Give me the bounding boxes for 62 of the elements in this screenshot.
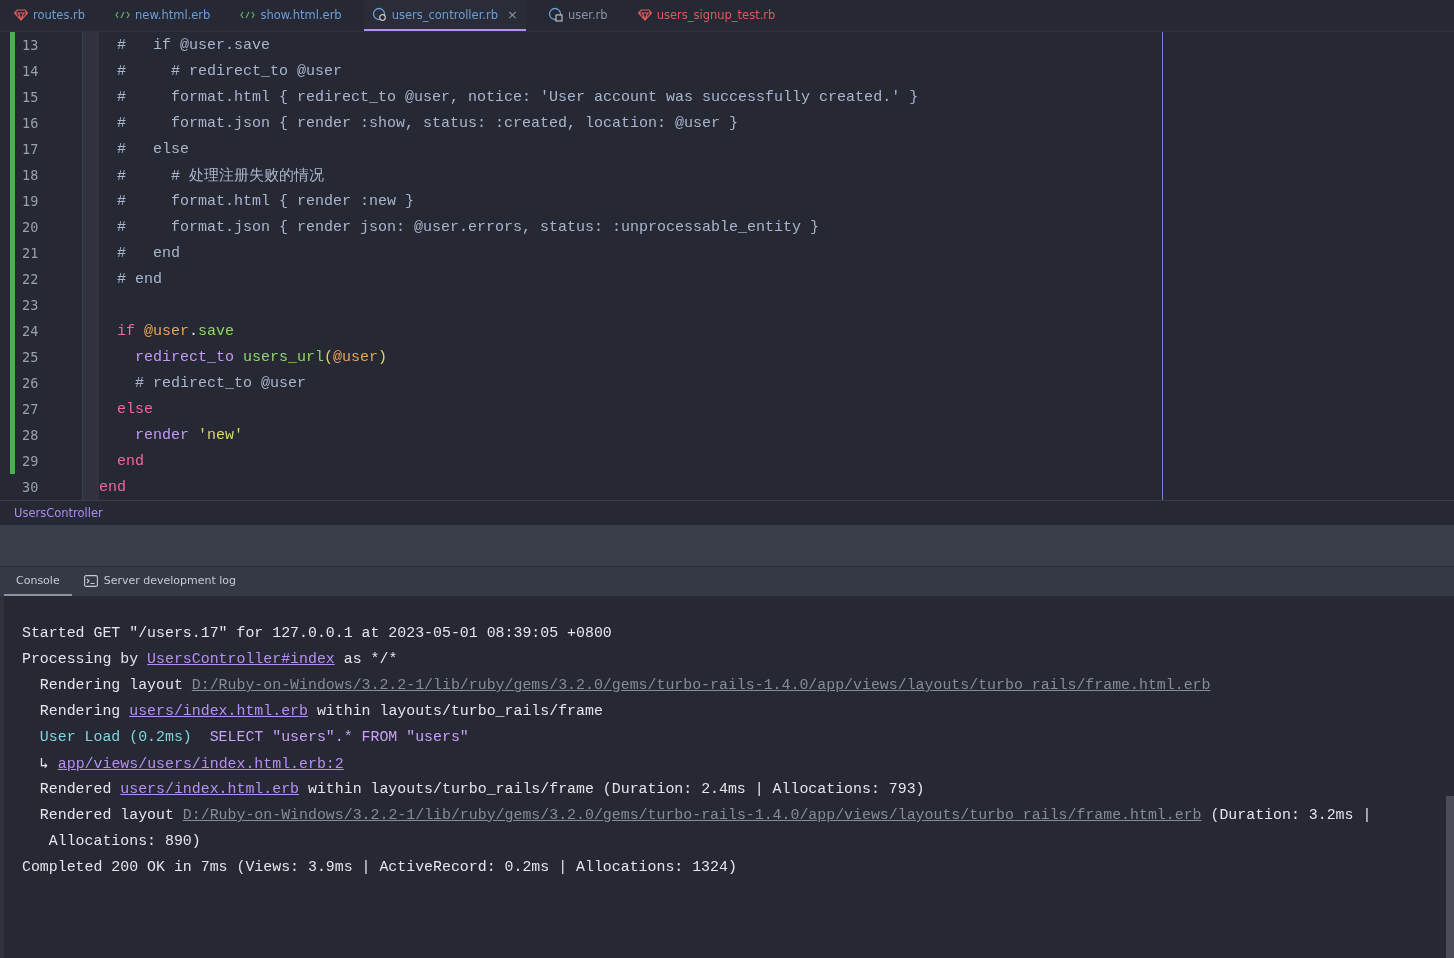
editor-tab[interactable]: new.html.erb	[107, 0, 219, 31]
code-line: end	[99, 478, 126, 496]
code-line: redirect_to users_url(@user)	[134, 348, 388, 366]
breadcrumb[interactable]: UsersController	[14, 506, 103, 520]
line-number: 16	[22, 115, 39, 131]
line-number: 27	[22, 401, 39, 417]
line-number: 30	[22, 479, 39, 495]
line-number: 15	[22, 89, 39, 105]
log-line: Rendered layout D:/Ruby-on-Windows/3.2.2-1/lib/ruby/gems/3.2.0/gems/turbo-rails-1.4.0/app/views/layouts/turbo_rails/frame.html.erb (Duration: 3.2ms |	[38, 807, 1372, 823]
line-number: 23	[22, 297, 39, 313]
line-number: 25	[22, 349, 39, 365]
line-number: 18	[22, 167, 39, 183]
editor-tab[interactable]: routes.rb	[6, 0, 94, 31]
line-number: 19	[22, 193, 39, 209]
log-line: Rendered users/index.html.erb within layouts/turbo_rails/frame (Duration: 2.4ms | Allocations: 793)	[38, 781, 925, 797]
log-line: Allocations: 890)	[47, 833, 201, 849]
log-line: User Load (0.2ms) SELECT "users".* FROM "users"	[38, 729, 469, 745]
code-line: # else	[116, 140, 189, 158]
editor-tab[interactable]: show.html.erb	[232, 0, 350, 31]
tool-tab[interactable]: Server development log	[71, 567, 249, 596]
code-line: # end	[116, 270, 162, 288]
code-line: # # 处理注册失败的情况	[116, 166, 324, 185]
line-number: 24	[22, 323, 39, 339]
gem-icon	[14, 8, 28, 21]
close-icon[interactable]: ×	[507, 7, 518, 22]
log-line: Rendering layout D:/Ruby-on-Windows/3.2.2-1/lib/ruby/gems/3.2.0/gems/turbo-rails-1.4.0/app/views/layouts/turbo_rails/frame.html.erb	[38, 677, 1211, 693]
terminal-icon	[83, 574, 98, 587]
erb-icon	[115, 9, 131, 20]
code-line: # format.json { render json: @user.errors, status: :unprocessable_entity }	[116, 218, 820, 236]
code-line: # format.html { render :new }	[116, 192, 415, 210]
line-number: 14	[22, 63, 39, 79]
line-number: 21	[22, 245, 39, 261]
log-line: Rendering users/index.html.erb within layouts/turbo_rails/frame	[38, 703, 603, 719]
code-line: end	[116, 452, 144, 470]
erb-icon	[240, 9, 256, 20]
code-line: # format.html { redirect_to @user, notice: 'User account was successfully created.' }	[116, 88, 919, 106]
line-number: 20	[22, 219, 39, 235]
line-number: 29	[22, 453, 39, 469]
editor-tab[interactable]: users_signup_test.rb	[629, 0, 784, 31]
code-line: else	[116, 400, 153, 418]
code-line: render 'new'	[134, 426, 244, 444]
code-line: if @user.save	[116, 322, 235, 340]
log-line: ↳ app/views/users/index.html.erb:2	[38, 755, 344, 772]
code-line: # format.json { render :show, status: :created, location: @user }	[116, 114, 739, 132]
line-number: 22	[22, 271, 39, 287]
class-gear-icon	[371, 7, 387, 22]
code-line: # end	[116, 244, 180, 262]
line-number: 28	[22, 427, 39, 443]
class-table-icon	[547, 7, 563, 22]
editor-tab[interactable]: users_controller.rb ×	[363, 0, 526, 31]
code-line: # # redirect_to @user	[116, 62, 343, 80]
line-number: 17	[22, 141, 39, 157]
gem-icon	[637, 8, 652, 21]
log-line: Started GET "/users.17" for 127.0.0.1 at 2023-05-01 08:39:05 +0800	[22, 625, 612, 641]
code-line: # if @user.save	[116, 36, 271, 54]
line-number: 26	[22, 375, 39, 391]
log-line: Processing by UsersController#index as */*	[22, 651, 398, 667]
code-line: # redirect_to @user	[134, 374, 307, 392]
scrollbar-thumb[interactable]	[1446, 796, 1454, 958]
editor-tab[interactable]: user.rb	[539, 0, 616, 31]
log-line: Completed 200 OK in 7ms (Views: 3.9ms | ActiveRecord: 0.2ms | Allocations: 1324)	[22, 859, 737, 875]
line-number: 13	[22, 37, 39, 53]
